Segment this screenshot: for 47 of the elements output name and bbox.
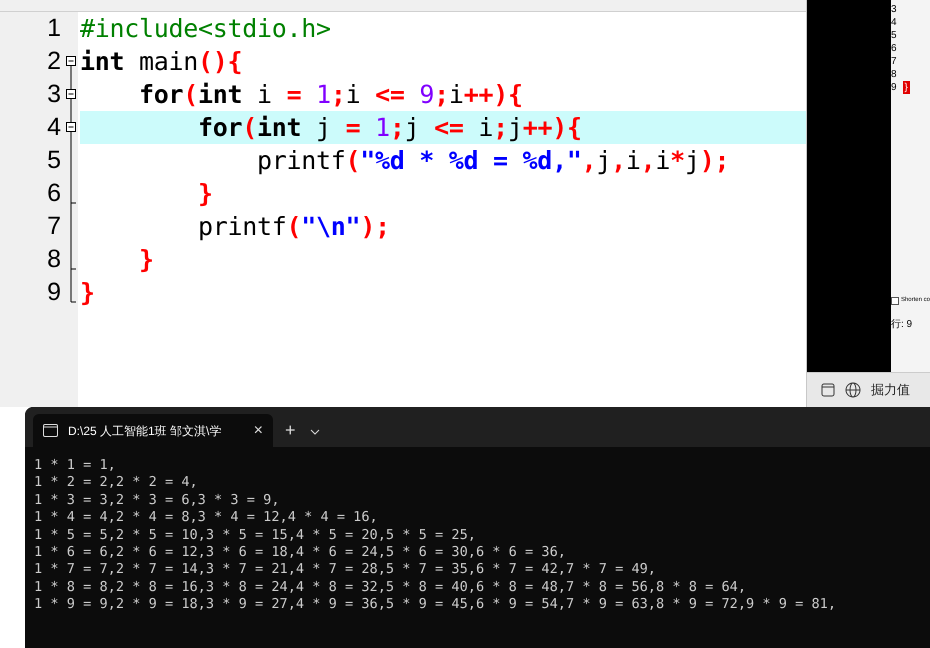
brace-marker: } bbox=[902, 81, 910, 94]
status-text: 行: 9 bbox=[890, 318, 914, 332]
output-line: 1 * 7 = 7,2 * 7 = 14,3 * 7 = 21,4 * 7 = 28,5 * 7 = 35,6 * 7 = 42,7 * 7 = 49, bbox=[34, 561, 657, 579]
tab-title: D:\25 人工智能1班 邹文淇\学 bbox=[68, 422, 222, 440]
taskbar-label[interactable]: 掘力值 bbox=[870, 380, 910, 400]
line-number: 6 bbox=[47, 178, 62, 209]
code-line: for(int i = 1;i <= 9;i++){ bbox=[138, 79, 524, 111]
line-number: 8 bbox=[47, 244, 62, 275]
line-number: 4 bbox=[890, 16, 897, 29]
line-number: 7 bbox=[47, 211, 62, 242]
globe-icon[interactable] bbox=[844, 382, 861, 398]
terminal-icon bbox=[43, 424, 58, 437]
output-line: 1 * 9 = 9,2 * 9 = 18,3 * 9 = 27,4 * 9 = 36,5 * 9 = 45,6 * 9 = 54,7 * 9 = 63,8 * 9 = 72,9 * 9 = 81, bbox=[34, 596, 838, 614]
output-line: 1 * 1 = 1, bbox=[34, 457, 117, 474]
code-line: #include<stdio.h> bbox=[80, 13, 332, 45]
collapse-icon[interactable] bbox=[66, 89, 76, 99]
code-line: } bbox=[138, 244, 155, 276]
line-number: 7 bbox=[890, 55, 897, 68]
collapse-icon[interactable] bbox=[66, 122, 76, 132]
collapse-icon[interactable] bbox=[66, 56, 76, 66]
code-line: int main(){ bbox=[80, 46, 244, 78]
window-icon[interactable] bbox=[820, 383, 835, 397]
line-number: 5 bbox=[47, 145, 62, 176]
output-line: 1 * 8 = 8,2 * 8 = 16,3 * 8 = 24,4 * 8 = 32,5 * 8 = 40,6 * 8 = 48,7 * 8 = 56,8 * 8 = 64, bbox=[34, 578, 748, 596]
line-number: 6 bbox=[890, 42, 897, 55]
code-line: } bbox=[197, 178, 214, 210]
line-number: 5 bbox=[890, 29, 897, 42]
line-number: 3 bbox=[47, 79, 62, 110]
line-number: 2 bbox=[47, 46, 62, 77]
line-number: 9 bbox=[47, 277, 62, 308]
output-line: 1 * 5 = 5,2 * 5 = 10,3 * 5 = 15,4 * 5 = 20,5 * 5 = 25, bbox=[34, 526, 477, 544]
line-number: 4 bbox=[47, 112, 62, 143]
new-tab-button[interactable]: + bbox=[273, 414, 308, 447]
output-line: 1 * 6 = 6,2 * 6 = 12,3 * 6 = 18,4 * 6 = 24,5 * 6 = 30,6 * 6 = 36, bbox=[34, 544, 567, 562]
code-line: printf("\n"); bbox=[197, 211, 391, 243]
line-number: 1 bbox=[47, 13, 62, 44]
code-line: } bbox=[80, 277, 96, 309]
output-line: 1 * 2 = 2,2 * 2 = 4, bbox=[34, 474, 199, 492]
code-line: printf("%d * %d = %d,",j,i,i*j); bbox=[256, 145, 730, 177]
line-number: 9 bbox=[890, 81, 897, 94]
chevron-down-icon[interactable] bbox=[310, 429, 320, 435]
close-tab-button[interactable]: × bbox=[254, 418, 263, 442]
line-number: 8 bbox=[890, 68, 897, 81]
line-number: 3 bbox=[890, 3, 897, 16]
output-line: 1 * 3 = 3,2 * 3 = 6,3 * 3 = 9, bbox=[34, 492, 281, 510]
terminal-tab[interactable]: D:\25 人工智能1班 邹文淇\学 × bbox=[33, 414, 273, 447]
output-line: 1 * 4 = 4,2 * 4 = 8,3 * 4 = 12,4 * 4 = 16, bbox=[34, 509, 379, 527]
